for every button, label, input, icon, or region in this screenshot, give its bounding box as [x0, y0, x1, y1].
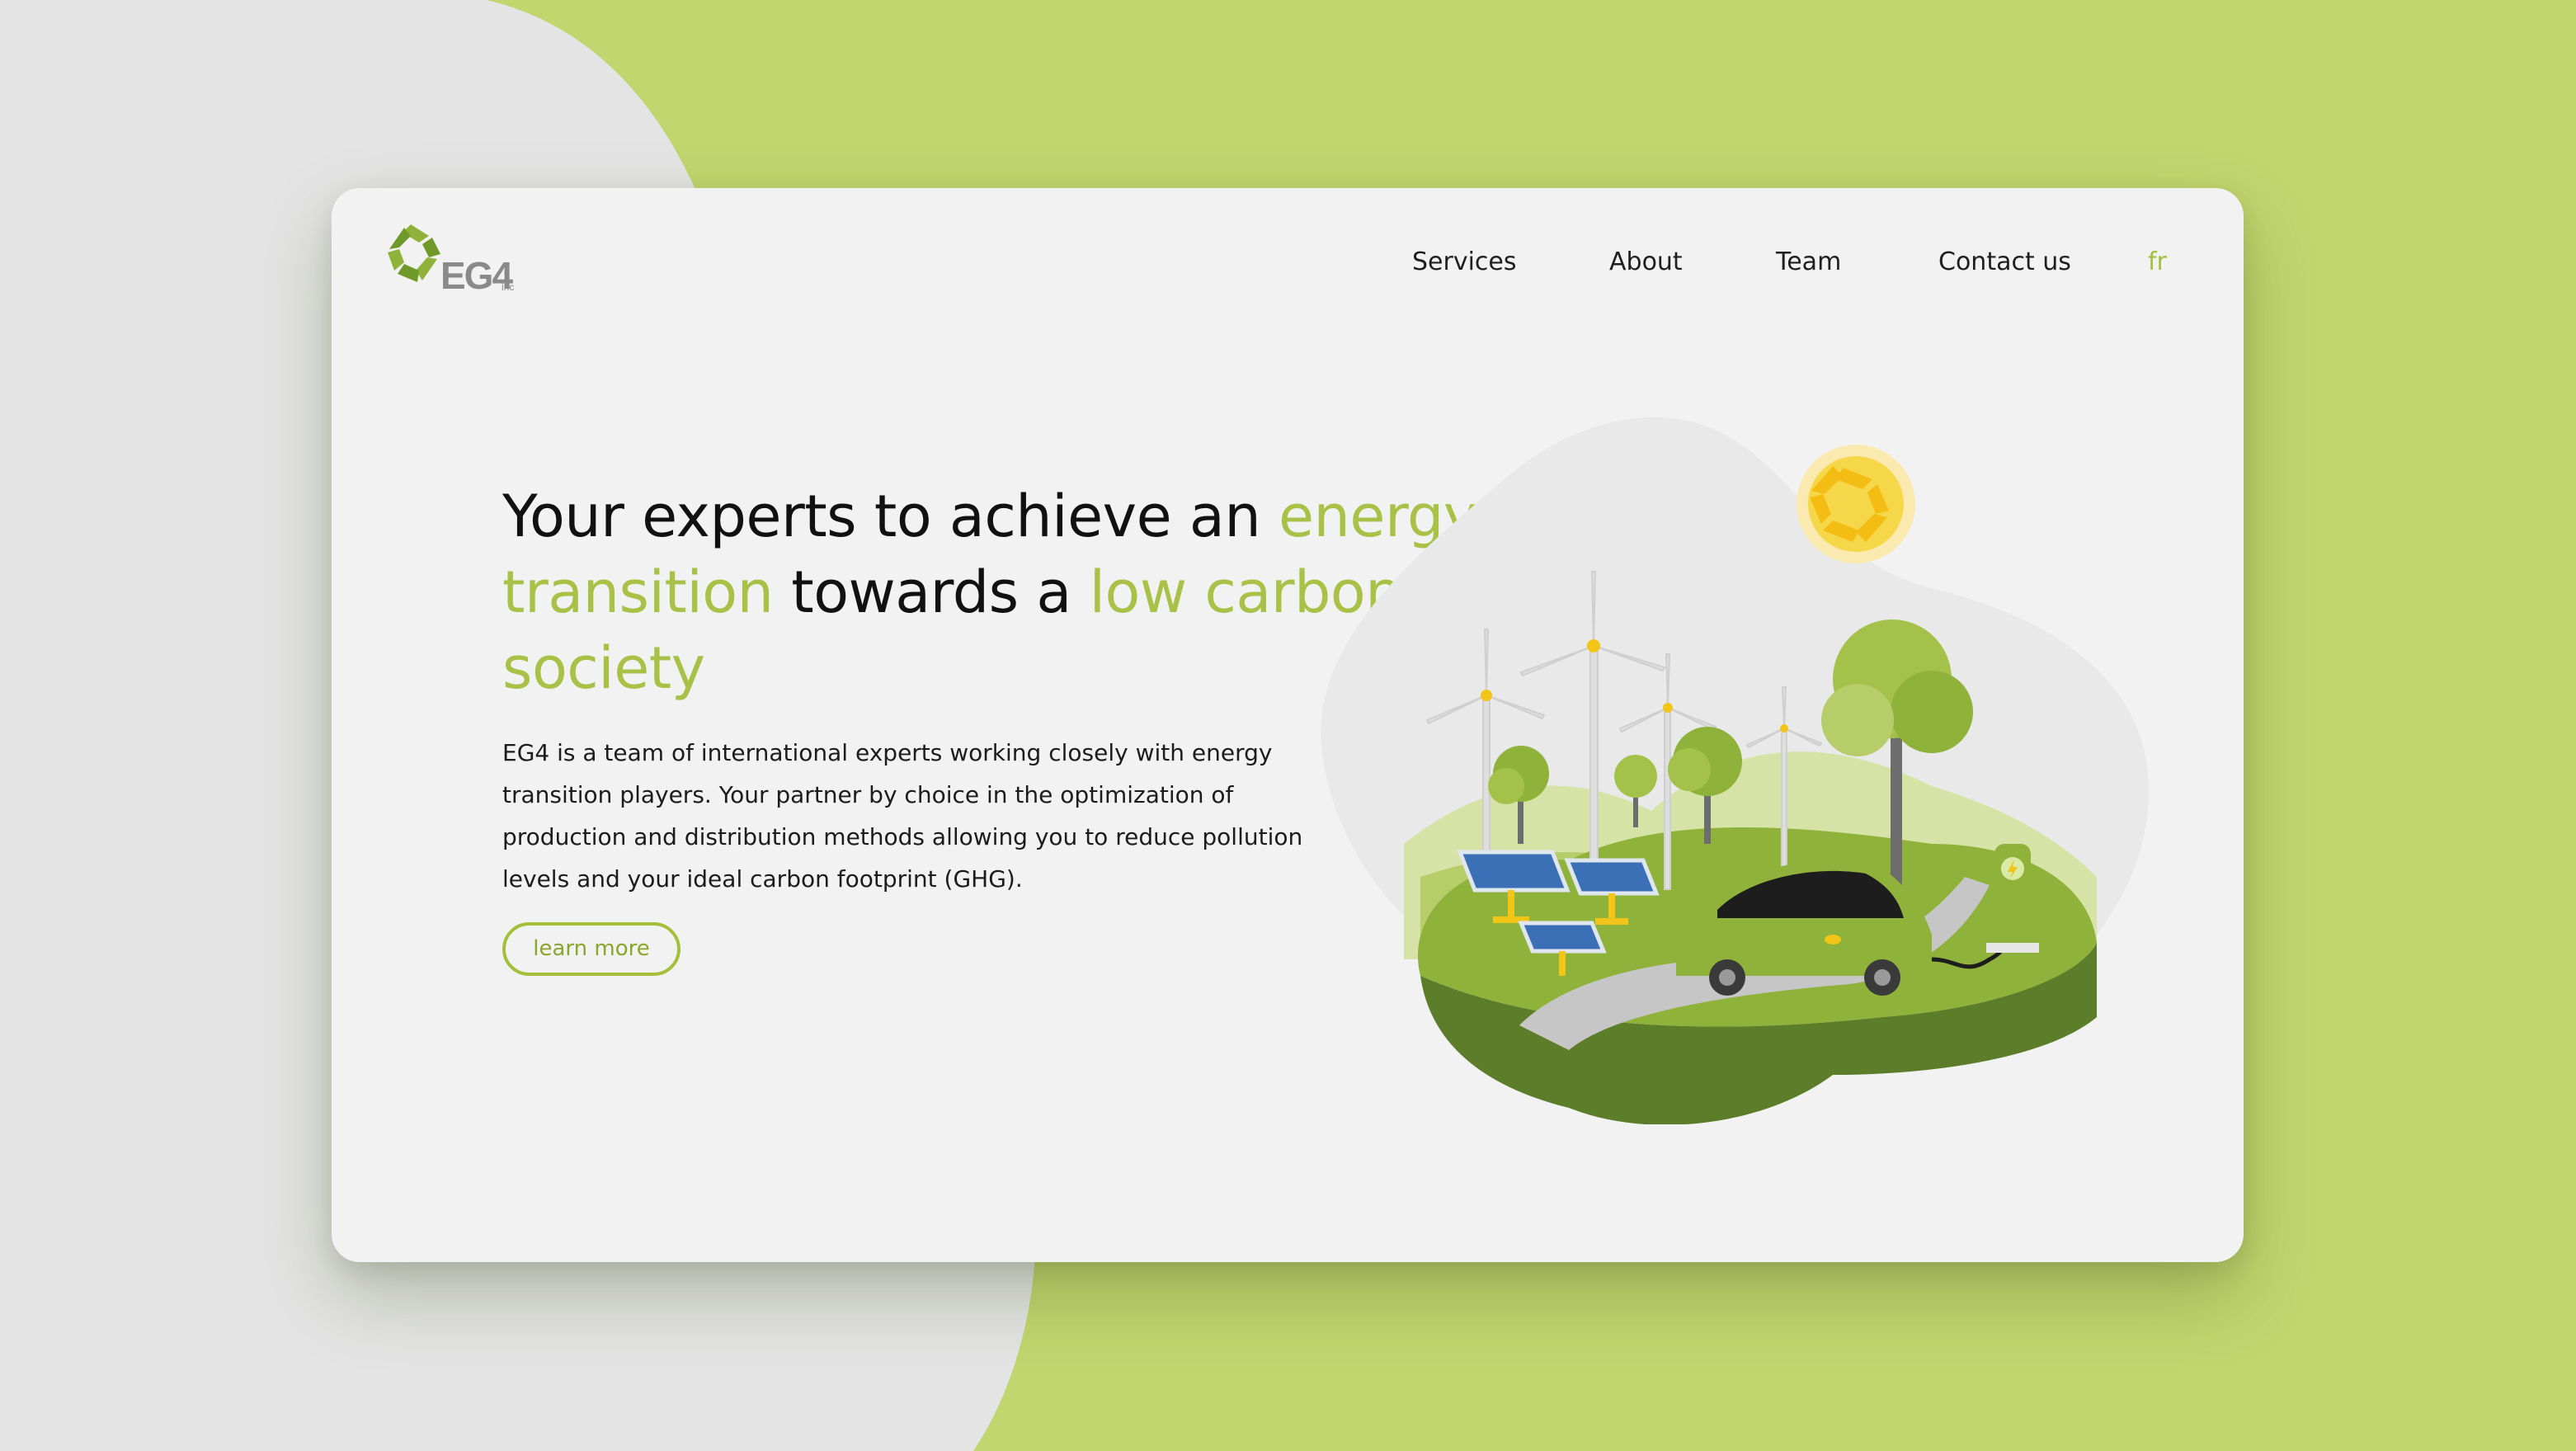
language-switch-link[interactable]: fr: [2148, 247, 2167, 276]
hero-description: EG4 is a team of international experts w…: [502, 739, 1303, 893]
nav-contact-link[interactable]: Contact us: [1938, 247, 2071, 276]
nav-services-link[interactable]: Services: [1412, 247, 1517, 276]
main-nav: Services About Team Contact us fr: [332, 247, 2244, 289]
nav-about-link[interactable]: About: [1609, 247, 1683, 276]
nav-team-link[interactable]: Team: [1776, 247, 1841, 276]
energy-transition-illustration: [1305, 382, 2179, 1125]
website-card: EG4 inc Services About Team Contact us f…: [332, 188, 2244, 1262]
sun-logo-icon: [1797, 445, 1915, 563]
headline-part2: towards a: [791, 558, 1071, 626]
headline-part1: Your experts to achieve an: [502, 483, 1261, 550]
learn-more-button[interactable]: learn more: [502, 922, 680, 976]
